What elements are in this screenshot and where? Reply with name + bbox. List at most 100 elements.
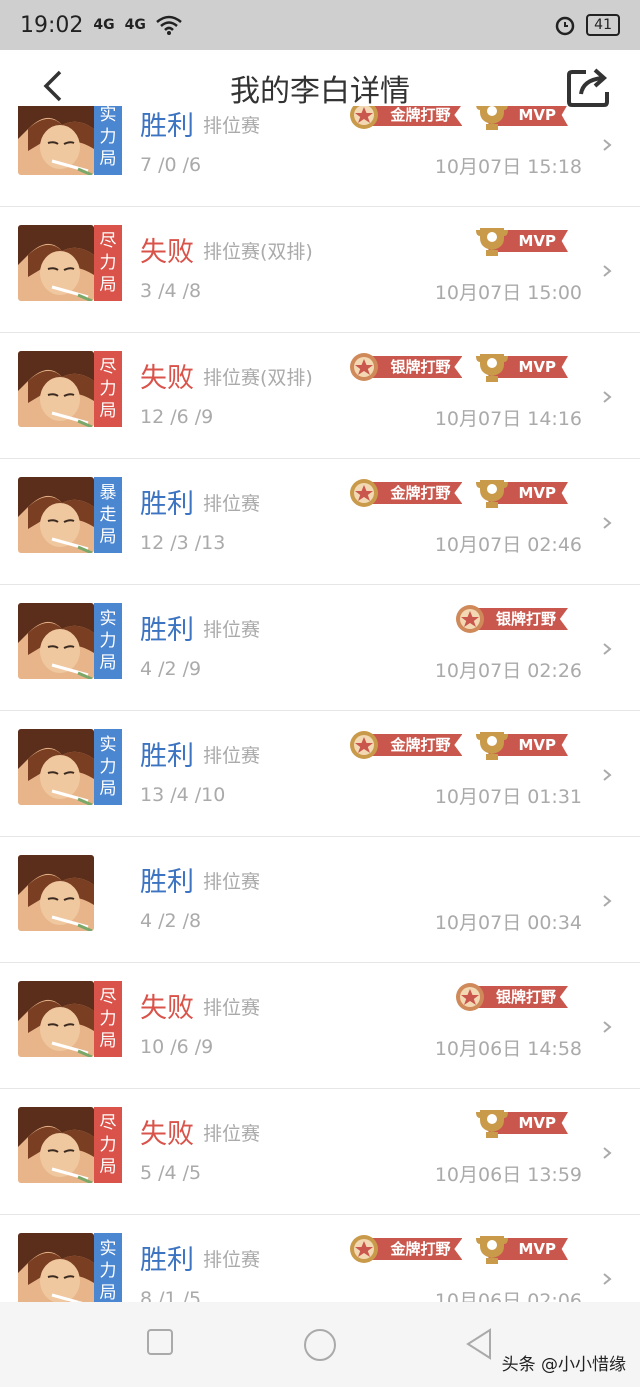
trophy-icon — [476, 1110, 509, 1138]
match-time: 10月07日 02:46 — [434, 534, 582, 556]
trophy-icon — [476, 228, 509, 256]
match-time: 10月07日 02:26 — [434, 660, 582, 682]
hero-avatar — [18, 1107, 94, 1183]
alarm-icon — [555, 16, 575, 36]
jungle-badge: 银牌打野 — [452, 980, 568, 1014]
match-row[interactable]: 尽力局失败 排位赛(双排) 12 /6 /9 10月07日 14:16 银牌打野 MV… — [0, 332, 640, 459]
match-mode: 排位赛(双排) — [203, 241, 313, 263]
mvp-badge: MVP — [474, 476, 568, 510]
trophy-icon — [476, 354, 509, 382]
wifi-icon — [156, 15, 182, 35]
badge-group: 银牌打野 MVP — [346, 350, 568, 384]
match-kda: 12 /6 /9 — [140, 406, 214, 428]
match-tag: 尽力局 — [94, 225, 122, 301]
badge-group: 银牌打野 — [452, 980, 568, 1014]
recent-apps-icon[interactable] — [146, 1328, 174, 1356]
mvp-badge: MVP — [474, 728, 568, 762]
hero-avatar — [18, 477, 94, 553]
jungle-badge: 金牌打野 — [346, 476, 463, 510]
hero-avatar — [18, 225, 94, 301]
hero-avatar — [18, 1233, 94, 1302]
match-row[interactable]: 暴走局胜利 排位赛 12 /3 /13 10月07日 02:46 金牌打野 MVP — [0, 458, 640, 585]
match-time: 10月06日 14:58 — [434, 1038, 582, 1060]
match-result: 失败 — [140, 1119, 194, 1150]
match-mode: 排位赛 — [203, 997, 261, 1019]
chevron-right-icon[interactable] — [600, 390, 614, 404]
chevron-right-icon[interactable] — [600, 264, 614, 278]
medal-icon — [350, 1235, 379, 1263]
match-time: 10月07日 15:00 — [434, 282, 582, 304]
home-icon[interactable] — [303, 1328, 337, 1362]
chevron-right-icon[interactable] — [600, 1272, 614, 1286]
match-result: 胜利 — [140, 489, 194, 520]
hero-avatar — [18, 729, 94, 805]
chevron-right-icon[interactable] — [600, 516, 614, 530]
trophy-icon — [476, 480, 509, 508]
match-kda: 10 /6 /9 — [140, 1036, 214, 1058]
back-nav-icon[interactable] — [464, 1328, 494, 1360]
trophy-icon — [476, 732, 509, 760]
mvp-badge: MVP — [474, 106, 568, 132]
medal-icon — [350, 353, 379, 381]
chevron-right-icon[interactable] — [600, 894, 614, 908]
match-row[interactable]: 尽力局失败 排位赛(双排) 3 /4 /8 10月07日 15:00 MVP — [0, 206, 640, 333]
match-tag: 实力局 — [94, 1233, 122, 1302]
match-row[interactable]: 实力局胜利 排位赛 13 /4 /10 10月07日 01:31 金牌打野 MVP — [0, 710, 640, 837]
chevron-right-icon[interactable] — [600, 1020, 614, 1034]
match-time: 10月07日 00:34 — [434, 912, 582, 934]
match-result: 失败 — [140, 237, 194, 268]
match-row[interactable]: 尽力局失败 排位赛 5 /4 /5 10月06日 13:59 MVP — [0, 1088, 640, 1215]
match-kda: 5 /4 /5 — [140, 1162, 202, 1184]
share-icon[interactable] — [566, 66, 610, 108]
match-kda: 4 /2 /8 — [140, 910, 202, 932]
page-title: 我的李白详情 — [230, 74, 410, 109]
hero-avatar — [18, 106, 94, 175]
match-row[interactable]: 尽力局失败 排位赛 10 /6 /9 10月06日 14:58 银牌打野 — [0, 962, 640, 1089]
chevron-right-icon[interactable] — [600, 138, 614, 152]
badge-group: MVP — [474, 1106, 568, 1140]
watermark: 头条 @小小惜缘 — [501, 1355, 626, 1375]
match-mode: 排位赛 — [203, 745, 261, 767]
status-right: 41 — [554, 14, 620, 36]
medal-icon — [350, 479, 379, 507]
match-row[interactable]: 实力局胜利 排位赛 8 /1 /5 10月06日 02:06 金牌打野 MVP — [0, 1214, 640, 1302]
match-time: 10月06日 02:06 — [434, 1290, 582, 1302]
match-tag: 尽力局 — [94, 351, 122, 427]
match-kda: 7 /0 /6 — [140, 154, 202, 176]
match-mode: 排位赛 — [203, 1249, 261, 1271]
status-bar: 19:02 4G 4G 41 — [0, 0, 640, 50]
match-result: 胜利 — [140, 867, 194, 898]
hero-avatar — [18, 855, 94, 931]
mvp-badge: MVP — [474, 1232, 568, 1266]
trophy-icon — [476, 1236, 509, 1264]
match-row[interactable]: 胜利 排位赛 4 /2 /8 10月07日 00:34 — [0, 836, 640, 963]
match-time: 10月06日 13:59 — [434, 1164, 582, 1186]
match-result: 胜利 — [140, 741, 194, 772]
match-tag: 实力局 — [94, 106, 122, 175]
match-result: 失败 — [140, 363, 194, 394]
match-mode: 排位赛 — [203, 493, 261, 515]
match-row[interactable]: 实力局胜利 排位赛 7 /0 /6 10月07日 15:18 金牌打野 MVP — [0, 106, 640, 207]
match-result: 胜利 — [140, 615, 194, 646]
badge-group: 金牌打野 MVP — [346, 728, 568, 762]
match-kda: 8 /1 /5 — [140, 1288, 202, 1302]
match-mode: 排位赛 — [203, 619, 261, 641]
hero-avatar — [18, 603, 94, 679]
match-tag: 实力局 — [94, 603, 122, 679]
chevron-right-icon[interactable] — [600, 1146, 614, 1160]
match-tag: 实力局 — [94, 729, 122, 805]
match-row[interactable]: 实力局胜利 排位赛 4 /2 /9 10月07日 02:26 银牌打野 — [0, 584, 640, 711]
badge-group: 金牌打野 MVP — [346, 106, 568, 132]
badge-group: MVP — [474, 224, 568, 258]
trophy-icon — [476, 106, 509, 130]
match-tag: 尽力局 — [94, 981, 122, 1057]
match-kda: 4 /2 /9 — [140, 658, 202, 680]
status-left: 19:02 4G 4G — [20, 13, 182, 38]
badge-group: 银牌打野 — [452, 602, 568, 636]
medal-icon — [350, 106, 379, 129]
mvp-badge: MVP — [474, 224, 568, 258]
match-list: 实力局胜利 排位赛 7 /0 /6 10月07日 15:18 金牌打野 MVP 尽力局… — [0, 106, 640, 1302]
match-result: 胜利 — [140, 111, 194, 142]
chevron-right-icon[interactable] — [600, 768, 614, 782]
chevron-right-icon[interactable] — [600, 642, 614, 656]
